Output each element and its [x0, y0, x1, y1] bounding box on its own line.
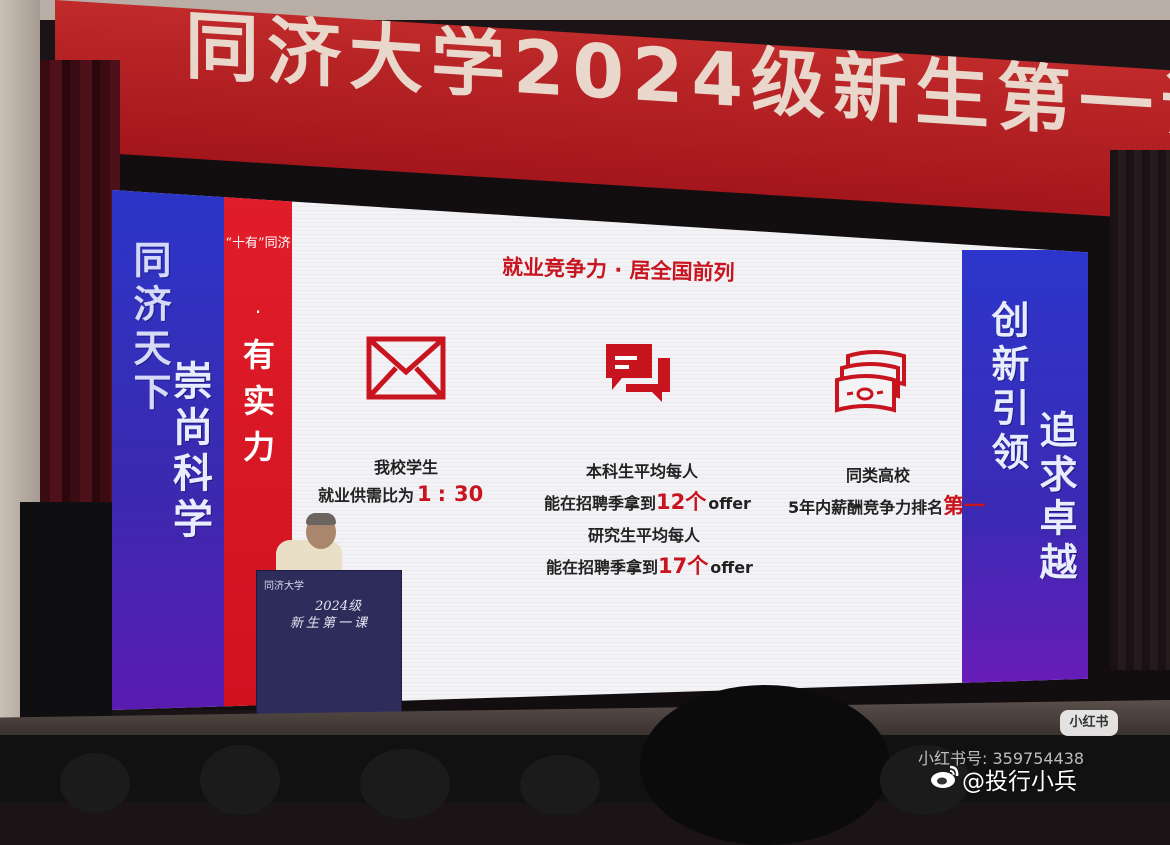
loudspeaker [20, 502, 112, 734]
col2-line2-prefix: 能在招聘季拿到 [544, 494, 657, 513]
podium [256, 570, 402, 720]
badge-label: “十有”同济 [225, 236, 291, 251]
col1-ratio-sep: : [437, 482, 447, 506]
col2-line3: 研究生平均每人 [588, 526, 701, 545]
weibo-icon [931, 765, 959, 788]
col2-line1: 本科生平均每人 [586, 462, 699, 481]
envelope-icon [366, 336, 446, 400]
col2-line4-suffix: offer [710, 558, 753, 577]
right-calligraphy-2: 追求卓越 [1033, 410, 1078, 586]
col1-line2-prefix: 就业供需比为 [318, 486, 415, 505]
col3-line1: 同类高校 [846, 466, 911, 485]
xiaohongshu-badge: 小红书 [1060, 710, 1118, 736]
watermark-handle: @投行小兵 [962, 769, 1077, 795]
col2-line4-number: 17个 [658, 554, 709, 578]
podium-line2: 新生第一课 [290, 616, 371, 631]
left-calligraphy-2: 崇尚科学 [166, 360, 213, 544]
audience-head [520, 755, 600, 815]
badge-dot: · [254, 300, 262, 324]
col3-line2-highlight: 第一 [943, 494, 986, 518]
audience-head [200, 745, 280, 815]
col1-line2: 就业供需比为 1:30 [318, 482, 483, 506]
banner-text: 同济大学2024级新生第一课 [185, 3, 1170, 156]
col2-line2-number: 12个 [656, 490, 707, 514]
badge-title: 有实力 [238, 338, 276, 476]
curtain-right [1110, 150, 1170, 670]
col2-line2: 能在招聘季拿到12个 offer [544, 486, 751, 516]
slide-title: 就业竞争力 · 居全国前列 [501, 254, 735, 286]
chat-bubble-icon [606, 344, 670, 402]
audience-head [60, 753, 130, 813]
right-calligraphy-1: 创新引领 [985, 300, 1030, 476]
col1-line1: 我校学生 [374, 458, 439, 477]
podium-logo: 同济大学 [264, 581, 304, 592]
col2-line2-suffix: offer [708, 494, 751, 513]
col2-line4-prefix: 能在招聘季拿到 [546, 558, 659, 577]
money-stack-icon [835, 350, 906, 413]
audience-head [360, 749, 450, 819]
col2-line4: 能在招聘季拿到17个 offer [546, 550, 753, 580]
speaker-hair [306, 513, 336, 525]
col1-ratio-left: 1 [417, 482, 432, 506]
col1-ratio-right: 30 [454, 482, 484, 506]
col3-line2: 5年内薪酬竞争力排名第一 [788, 490, 985, 520]
col3-line2-prefix: 5年内薪酬竞争力排名 [788, 498, 944, 517]
audience-head [640, 685, 890, 845]
